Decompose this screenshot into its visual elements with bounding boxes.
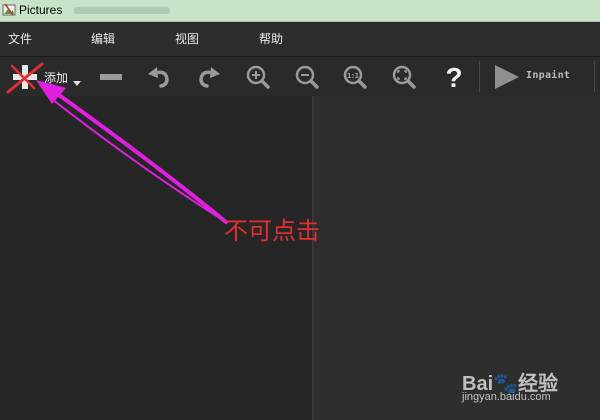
image-list-panel[interactable]: [0, 96, 312, 420]
add-label: 添加: [44, 71, 69, 85]
zoom-out-icon: [295, 65, 319, 89]
add-dropdown-arrow[interactable]: [73, 81, 81, 86]
menu-view[interactable]: 视图: [175, 30, 199, 47]
watermark-url: jingyan.baidu.com: [462, 391, 551, 403]
app-icon: [2, 3, 16, 16]
menu-help[interactable]: 帮助: [259, 30, 283, 47]
toolbar: 添加 1:1 ? Inpaint: [0, 56, 600, 97]
undo-icon: [148, 66, 169, 88]
help-glyph: ?: [445, 62, 462, 92]
toolbar-separator-end: [594, 61, 595, 92]
window-title: Pictures: [19, 3, 63, 17]
undo-button[interactable]: [143, 57, 177, 96]
fit-window-button[interactable]: [387, 57, 421, 96]
menu-edit[interactable]: 编辑: [91, 30, 115, 47]
actual-size-glyph: 1:1: [347, 72, 360, 80]
annotation-text: 不可点击: [224, 217, 320, 245]
zoom-out-button[interactable]: [290, 57, 324, 96]
zoom-in-icon: [246, 65, 270, 89]
plus-icon: [13, 64, 37, 89]
redo-icon: [199, 66, 220, 88]
blurred-title-region: [74, 7, 170, 14]
menu-bar: 文件 编辑 视图 帮助: [0, 22, 600, 56]
actual-size-button[interactable]: 1:1: [338, 57, 372, 96]
title-bar: Pictures: [0, 0, 600, 22]
minus-icon: [100, 73, 122, 80]
redo-button[interactable]: [191, 57, 225, 96]
help-button[interactable]: ?: [437, 57, 471, 96]
help-icon: ?: [445, 62, 462, 92]
zoom-actual-size-icon: 1:1: [343, 65, 367, 89]
zoom-fit-icon: [392, 65, 416, 89]
inpaint-label: Inpaint: [526, 70, 571, 81]
remove-button[interactable]: [94, 57, 128, 96]
play-icon: [495, 64, 519, 89]
toolbar-separator: [479, 61, 480, 92]
zoom-in-button[interactable]: [241, 57, 275, 96]
menu-file[interactable]: 文件: [8, 30, 32, 47]
